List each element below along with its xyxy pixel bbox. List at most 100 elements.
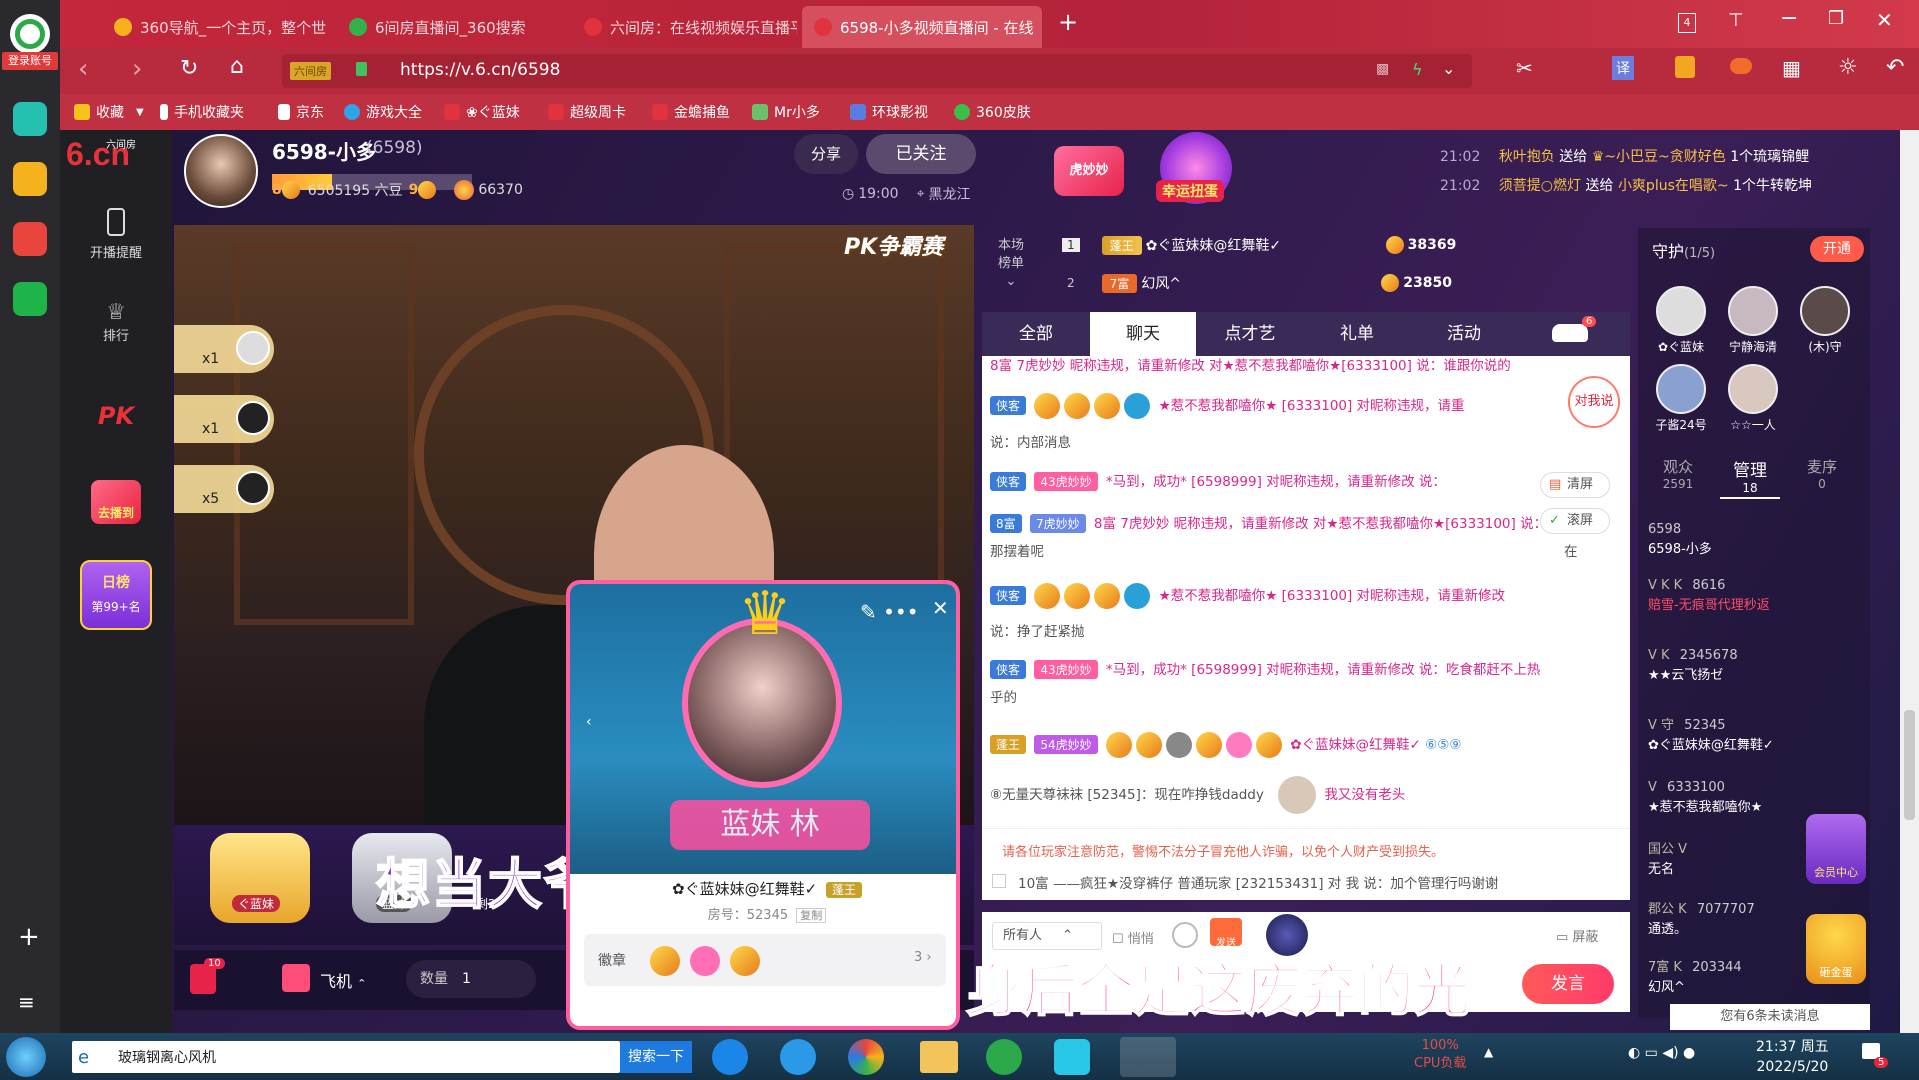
bookmark-weekly[interactable]: 超级周卡: [548, 102, 626, 122]
whisper-checkbox[interactable]: ☐ 悄悄: [1112, 928, 1154, 947]
bookmark-jd[interactable]: 京东: [278, 102, 324, 122]
bookmark-mrxiaoduo[interactable]: Mr小多: [752, 102, 820, 122]
taskbar-clock[interactable]: 21:37 周五 2022/5/20: [1756, 1037, 1829, 1077]
tray-expand-icon[interactable]: ▲: [1484, 1045, 1493, 1059]
browser-tab-active[interactable]: 6598-小多视频直播间 - 在线✕: [802, 6, 1042, 48]
member-row[interactable]: V 6333100 ★惹不惹我都嗑你★: [1648, 778, 1868, 818]
member-row[interactable]: 6598 6598-小多: [1648, 520, 1868, 560]
tab-chat[interactable]: 聊天: [1090, 312, 1196, 356]
tab-talent[interactable]: 点才艺: [1196, 312, 1304, 356]
speak-to-me-button[interactable]: 对我说: [1568, 376, 1620, 428]
tab-audience[interactable]: 观众 2591: [1648, 456, 1708, 491]
rank-row[interactable]: 2 7富 幻风^ 23850: [1062, 273, 1622, 293]
minimize-icon[interactable]: −: [1780, 6, 1798, 31]
guard-avatar[interactable]: [1656, 286, 1706, 336]
car-icon[interactable]: [1552, 324, 1588, 342]
shield-icon[interactable]: [1675, 56, 1695, 78]
bookmark-lanmei[interactable]: ❀ぐ蓝妹: [444, 102, 520, 122]
rank-panel-label[interactable]: 本场 榜单 ⌄: [998, 237, 1024, 291]
member-row[interactable]: V K 2345678 ★★云飞扬ゼ: [1648, 646, 1868, 686]
page-scrollbar[interactable]: [1900, 130, 1919, 1033]
copy-room-button[interactable]: 复制: [796, 908, 827, 923]
member-center-button[interactable]: 会员中心: [1806, 814, 1866, 884]
more-options-icon[interactable]: ✎ •••: [860, 600, 919, 624]
favorites-star-icon[interactable]: [13, 162, 47, 196]
taskbar-ie-icon[interactable]: [780, 1039, 816, 1075]
guard-avatar[interactable]: [1728, 286, 1778, 336]
tab-mic-queue[interactable]: 麦序 0: [1792, 456, 1852, 491]
start-button-icon[interactable]: [6, 1037, 46, 1077]
tab-count-badge[interactable]: 4: [1678, 13, 1696, 33]
login-account-button[interactable]: 登录账号: [2, 52, 58, 70]
tab-gift-list[interactable]: 礼单: [1304, 312, 1410, 356]
tab-activity[interactable]: 活动: [1410, 312, 1518, 356]
taskbar-player-icon[interactable]: [1054, 1039, 1090, 1075]
send-gift-button[interactable]: 发送: [1210, 918, 1242, 949]
tab-all[interactable]: 全部: [982, 312, 1090, 356]
guard-avatar[interactable]: [1656, 364, 1706, 414]
browser-tab-1[interactable]: 360导航_一个主页，整个世界: [102, 6, 327, 48]
airplane-gift-select[interactable]: 飞机 ⌃: [320, 968, 366, 992]
sidebar-app-icon[interactable]: [13, 102, 47, 136]
taskbar-chrome-icon[interactable]: [848, 1039, 884, 1075]
anchor-avatar[interactable]: [184, 134, 258, 208]
tab-managers[interactable]: 管理 18: [1720, 456, 1780, 499]
add-sidebar-icon[interactable]: +: [18, 922, 40, 952]
back-icon[interactable]: ‹: [78, 54, 88, 84]
tray-system-icons[interactable]: ◐ ▭ ◀) ●: [1628, 1045, 1695, 1061]
address-bar[interactable]: 六间房 https://v.6.cn/6598 ▩ ϟ ⌄: [282, 54, 1472, 88]
grid-apps-icon[interactable]: ▦: [1782, 56, 1801, 80]
anchor-tag-badge[interactable]: 虎妙妙: [1054, 146, 1124, 196]
cut-icon[interactable]: ✂: [1516, 56, 1533, 80]
weibo-icon[interactable]: [13, 222, 47, 256]
daily-rank-badge[interactable]: 日榜 第99+名: [60, 560, 172, 630]
tray-qq-icons[interactable]: [1512, 1045, 1592, 1065]
cpu-load-indicator[interactable]: 100% CPU负载: [1414, 1037, 1466, 1073]
bookmark-games[interactable]: 游戏大全: [344, 102, 422, 122]
emoji-icon[interactable]: [1172, 922, 1198, 948]
lightning-icon[interactable]: ϟ: [1412, 60, 1423, 79]
ticker-user[interactable]: 须菩提○燃灯: [1499, 178, 1581, 194]
ticker-target[interactable]: ♛~小巴豆~贪财好色: [1592, 149, 1726, 165]
nav-live-reminder[interactable]: 开播提醒: [60, 208, 172, 261]
card-prev-icon[interactable]: ‹: [586, 714, 592, 730]
bookmark-skins[interactable]: 360皮肤: [954, 102, 1031, 122]
nav-pk[interactable]: PK: [60, 402, 172, 430]
browser-tab-3[interactable]: 六间房：在线视频娱乐直播平: [572, 6, 797, 48]
user-profile-card[interactable]: ♛ ✎ ••• ✕ ‹ 蓝妹 林 ✿ぐ蓝妹妹@红舞鞋✓ 蓬王 房号：52345 …: [566, 580, 960, 1030]
taskbar-active-window[interactable]: [1120, 1037, 1176, 1077]
bookmark-movies[interactable]: 环球影视: [850, 102, 928, 122]
golden-egg-button[interactable]: 砸金蛋: [1806, 914, 1866, 984]
guard-avatar[interactable]: [1728, 364, 1778, 414]
close-window-icon[interactable]: ✕: [1876, 8, 1893, 32]
gifter-avatar[interactable]: [236, 331, 270, 365]
gifter-avatar[interactable]: [236, 401, 270, 435]
game-controller-icon[interactable]: [1730, 58, 1752, 74]
nav-broadcast[interactable]: 去播到: [60, 480, 172, 524]
unread-messages-banner[interactable]: 您有6条未读消息: [1670, 1004, 1870, 1030]
quantity-field[interactable]: 数量 1: [406, 960, 536, 998]
taskbar-360-icon[interactable]: [986, 1039, 1022, 1075]
taskbar-search-box[interactable]: e 玻璃钢离心风机: [72, 1041, 620, 1073]
clear-screen-button[interactable]: ▤ 清屏: [1540, 472, 1610, 498]
rank-row[interactable]: 1 蓬王 ✿ぐ蓝妹妹@红舞鞋✓ 38369: [1062, 235, 1622, 255]
ticker-target[interactable]: 小爽plus在唱歌~: [1618, 178, 1729, 194]
reload-icon[interactable]: ↻: [180, 56, 198, 81]
close-card-icon[interactable]: ✕: [932, 596, 949, 620]
send-message-button[interactable]: 发言: [1522, 964, 1614, 1004]
member-row[interactable]: V 守 52345 ✿ぐ蓝妹妹@红舞鞋✓: [1648, 716, 1868, 756]
guard-avatar[interactable]: [1800, 286, 1850, 336]
shirt-skin-icon[interactable]: ⊤: [1728, 10, 1744, 31]
chevron-down-icon[interactable]: ⌄: [1442, 59, 1455, 78]
bookmark-mobile[interactable]: 手机收藏夹: [160, 102, 244, 122]
url-text[interactable]: https://v.6.cn/6598: [400, 60, 560, 80]
scrollbar-thumb[interactable]: [1904, 710, 1915, 820]
bookmark-fishing[interactable]: 金蟾捕鱼: [652, 102, 730, 122]
lucky-capsule-label[interactable]: 幸运扭蛋: [1156, 180, 1224, 202]
nav-ranking[interactable]: ♕ 排行: [60, 300, 172, 344]
gifter-avatar[interactable]: [236, 471, 270, 505]
taskbar-app-icon[interactable]: [712, 1039, 748, 1075]
search-button[interactable]: 搜索一下: [620, 1041, 692, 1073]
browser-tab-2[interactable]: 6间房直播间_360搜索: [337, 6, 562, 48]
badges-row[interactable]: 徽章 3 ›: [584, 934, 946, 986]
